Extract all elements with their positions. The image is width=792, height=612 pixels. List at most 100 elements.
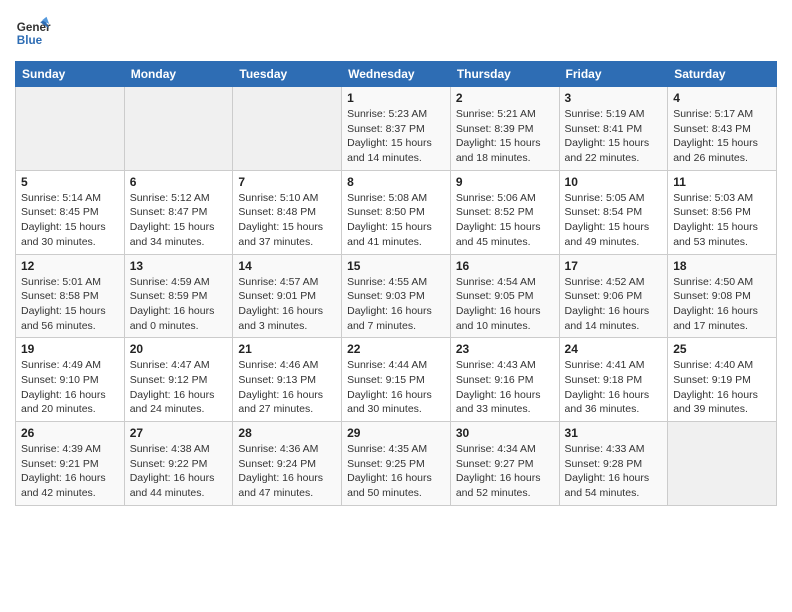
day-info: Sunrise: 4:33 AM Sunset: 9:28 PM Dayligh… — [565, 442, 663, 501]
calendar-cell — [124, 87, 233, 171]
calendar-cell: 1 Sunrise: 5:23 AM Sunset: 8:37 PM Daylig… — [342, 87, 451, 171]
day-number: 8 — [347, 175, 445, 189]
calendar-cell: 15Sunrise: 4:55 AM Sunset: 9:03 PM Dayli… — [342, 254, 451, 338]
day-info: Sunrise: 5:23 AM Sunset: 8:37 PM Dayligh… — [347, 107, 445, 166]
calendar-cell: 13 Sunrise: 4:59 AM Sunset: 8:59 PM Dayli… — [124, 254, 233, 338]
weekday-header-tuesday: Tuesday — [233, 62, 342, 87]
day-number: 29 — [347, 426, 445, 440]
calendar-week-row: 12 Sunrise: 5:01 AM Sunset: 8:58 PM Dayli… — [16, 254, 777, 338]
day-number: 2 — [456, 91, 554, 105]
calendar-cell: 6 Sunrise: 5:12 AM Sunset: 8:47 PM Daylig… — [124, 170, 233, 254]
calendar-cell: 16 Sunrise: 4:54 AM Sunset: 9:05 PM Dayli… — [450, 254, 559, 338]
day-info: Sunrise: 5:14 AM Sunset: 8:45 PM Dayligh… — [21, 191, 119, 250]
weekday-header-friday: Friday — [559, 62, 668, 87]
day-number: 10 — [565, 175, 663, 189]
calendar-cell: 20 Sunrise: 4:47 AM Sunset: 9:12 PM Dayli… — [124, 338, 233, 422]
day-number: 9 — [456, 175, 554, 189]
calendar-cell: 3 Sunrise: 5:19 AM Sunset: 8:41 PM Daylig… — [559, 87, 668, 171]
logo: General Blue — [15, 15, 51, 51]
day-info: Sunrise: 4:50 AM Sunset: 9:08 PM Dayligh… — [673, 275, 771, 334]
calendar-week-row: 19Sunrise: 4:49 AM Sunset: 9:10 PM Dayli… — [16, 338, 777, 422]
day-info: Sunrise: 4:36 AM Sunset: 9:24 PM Dayligh… — [238, 442, 336, 501]
day-number: 6 — [130, 175, 228, 189]
day-number: 15 — [347, 259, 445, 273]
day-info: Sunrise: 4:46 AM Sunset: 9:13 PM Dayligh… — [238, 358, 336, 417]
day-number: 24 — [565, 342, 663, 356]
day-number: 1 — [347, 91, 445, 105]
day-info: Sunrise: 5:10 AM Sunset: 8:48 PM Dayligh… — [238, 191, 336, 250]
day-number: 16 — [456, 259, 554, 273]
day-info: Sunrise: 4:38 AM Sunset: 9:22 PM Dayligh… — [130, 442, 228, 501]
day-info: Sunrise: 5:06 AM Sunset: 8:52 PM Dayligh… — [456, 191, 554, 250]
day-info: Sunrise: 4:35 AM Sunset: 9:25 PM Dayligh… — [347, 442, 445, 501]
day-number: 27 — [130, 426, 228, 440]
calendar-cell: 17 Sunrise: 4:52 AM Sunset: 9:06 PM Dayli… — [559, 254, 668, 338]
day-number: 3 — [565, 91, 663, 105]
weekday-header-wednesday: Wednesday — [342, 62, 451, 87]
day-number: 22 — [347, 342, 445, 356]
calendar-cell — [16, 87, 125, 171]
day-info: Sunrise: 4:39 AM Sunset: 9:21 PM Dayligh… — [21, 442, 119, 501]
page-header: General Blue — [15, 15, 777, 51]
day-info: Sunrise: 5:03 AM Sunset: 8:56 PM Dayligh… — [673, 191, 771, 250]
day-info: Sunrise: 5:01 AM Sunset: 8:58 PM Dayligh… — [21, 275, 119, 334]
calendar-cell: 27 Sunrise: 4:38 AM Sunset: 9:22 PM Dayli… — [124, 422, 233, 506]
calendar-cell: 23 Sunrise: 4:43 AM Sunset: 9:16 PM Dayli… — [450, 338, 559, 422]
calendar-cell: 26 Sunrise: 4:39 AM Sunset: 9:21 PM Dayli… — [16, 422, 125, 506]
day-number: 7 — [238, 175, 336, 189]
calendar-week-row: 5Sunrise: 5:14 AM Sunset: 8:45 PM Daylig… — [16, 170, 777, 254]
calendar-cell: 7 Sunrise: 5:10 AM Sunset: 8:48 PM Daylig… — [233, 170, 342, 254]
day-info: Sunrise: 5:05 AM Sunset: 8:54 PM Dayligh… — [565, 191, 663, 250]
calendar-week-row: 1 Sunrise: 5:23 AM Sunset: 8:37 PM Daylig… — [16, 87, 777, 171]
day-info: Sunrise: 5:08 AM Sunset: 8:50 PM Dayligh… — [347, 191, 445, 250]
day-info: Sunrise: 4:47 AM Sunset: 9:12 PM Dayligh… — [130, 358, 228, 417]
day-info: Sunrise: 4:54 AM Sunset: 9:05 PM Dayligh… — [456, 275, 554, 334]
calendar-cell: 2Sunrise: 5:21 AM Sunset: 8:39 PM Daylig… — [450, 87, 559, 171]
day-info: Sunrise: 4:41 AM Sunset: 9:18 PM Dayligh… — [565, 358, 663, 417]
calendar-cell: 9 Sunrise: 5:06 AM Sunset: 8:52 PM Daylig… — [450, 170, 559, 254]
day-number: 23 — [456, 342, 554, 356]
day-number: 25 — [673, 342, 771, 356]
day-number: 26 — [21, 426, 119, 440]
calendar-cell — [233, 87, 342, 171]
calendar-cell: 5Sunrise: 5:14 AM Sunset: 8:45 PM Daylig… — [16, 170, 125, 254]
calendar-cell: 14 Sunrise: 4:57 AM Sunset: 9:01 PM Dayli… — [233, 254, 342, 338]
day-info: Sunrise: 4:40 AM Sunset: 9:19 PM Dayligh… — [673, 358, 771, 417]
calendar-cell — [668, 422, 777, 506]
day-number: 12 — [21, 259, 119, 273]
day-info: Sunrise: 4:49 AM Sunset: 9:10 PM Dayligh… — [21, 358, 119, 417]
calendar-cell: 12 Sunrise: 5:01 AM Sunset: 8:58 PM Dayli… — [16, 254, 125, 338]
calendar-table: SundayMondayTuesdayWednesdayThursdayFrid… — [15, 61, 777, 506]
day-number: 14 — [238, 259, 336, 273]
day-info: Sunrise: 4:43 AM Sunset: 9:16 PM Dayligh… — [456, 358, 554, 417]
day-number: 11 — [673, 175, 771, 189]
weekday-header-row: SundayMondayTuesdayWednesdayThursdayFrid… — [16, 62, 777, 87]
day-number: 30 — [456, 426, 554, 440]
day-info: Sunrise: 4:52 AM Sunset: 9:06 PM Dayligh… — [565, 275, 663, 334]
day-info: Sunrise: 4:44 AM Sunset: 9:15 PM Dayligh… — [347, 358, 445, 417]
day-number: 17 — [565, 259, 663, 273]
day-info: Sunrise: 5:17 AM Sunset: 8:43 PM Dayligh… — [673, 107, 771, 166]
weekday-header-thursday: Thursday — [450, 62, 559, 87]
calendar-cell: 30Sunrise: 4:34 AM Sunset: 9:27 PM Dayli… — [450, 422, 559, 506]
calendar-cell: 24 Sunrise: 4:41 AM Sunset: 9:18 PM Dayli… — [559, 338, 668, 422]
svg-text:Blue: Blue — [17, 34, 43, 47]
calendar-cell: 21 Sunrise: 4:46 AM Sunset: 9:13 PM Dayli… — [233, 338, 342, 422]
day-info: Sunrise: 5:19 AM Sunset: 8:41 PM Dayligh… — [565, 107, 663, 166]
day-number: 21 — [238, 342, 336, 356]
weekday-header-monday: Monday — [124, 62, 233, 87]
day-info: Sunrise: 4:59 AM Sunset: 8:59 PM Dayligh… — [130, 275, 228, 334]
day-number: 28 — [238, 426, 336, 440]
calendar-cell: 19Sunrise: 4:49 AM Sunset: 9:10 PM Dayli… — [16, 338, 125, 422]
logo-icon: General Blue — [15, 15, 51, 51]
calendar-cell: 28 Sunrise: 4:36 AM Sunset: 9:24 PM Dayli… — [233, 422, 342, 506]
calendar-cell: 11 Sunrise: 5:03 AM Sunset: 8:56 PM Dayli… — [668, 170, 777, 254]
day-info: Sunrise: 4:57 AM Sunset: 9:01 PM Dayligh… — [238, 275, 336, 334]
calendar-week-row: 26 Sunrise: 4:39 AM Sunset: 9:21 PM Dayli… — [16, 422, 777, 506]
weekday-header-sunday: Sunday — [16, 62, 125, 87]
day-info: Sunrise: 5:12 AM Sunset: 8:47 PM Dayligh… — [130, 191, 228, 250]
day-number: 20 — [130, 342, 228, 356]
day-number: 4 — [673, 91, 771, 105]
day-number: 13 — [130, 259, 228, 273]
calendar-cell: 25 Sunrise: 4:40 AM Sunset: 9:19 PM Dayli… — [668, 338, 777, 422]
